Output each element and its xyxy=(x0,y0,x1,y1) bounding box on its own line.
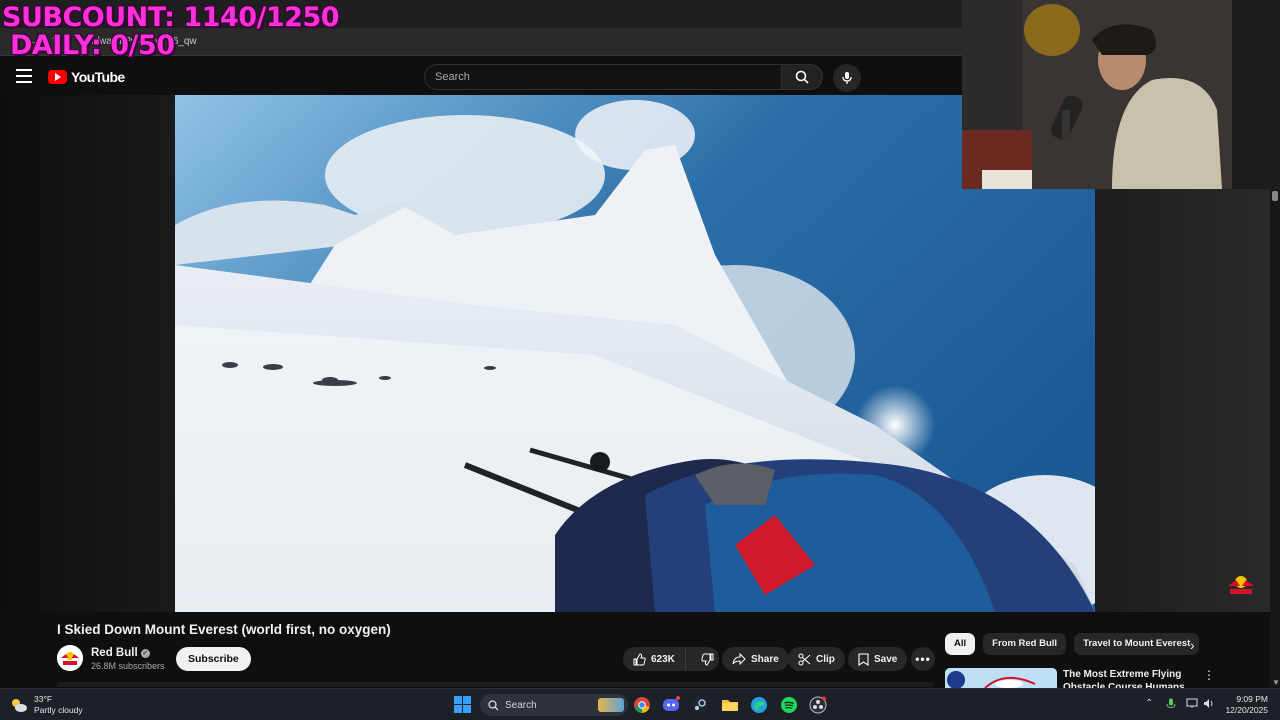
microphone-tray-icon[interactable] xyxy=(1166,698,1176,713)
subscriber-count: 26.8M subscribers xyxy=(91,661,165,671)
weather-desc: Partly cloudy xyxy=(34,705,83,715)
taskbar-search-label: Search xyxy=(505,699,537,711)
search-button[interactable] xyxy=(781,64,823,90)
channel-avatar[interactable] xyxy=(57,645,83,671)
dislike-button[interactable] xyxy=(691,647,714,671)
obs-icon[interactable] xyxy=(809,696,827,714)
youtube-header: YouTube Search xyxy=(0,57,962,95)
weather-temp: 33°F xyxy=(34,694,53,704)
youtube-play-icon xyxy=(48,70,67,84)
video-backdrop-left xyxy=(0,95,175,612)
channel-name[interactable]: Red Bull ✓ xyxy=(91,647,150,659)
taskbar-search[interactable]: Search xyxy=(480,694,628,716)
chrome-icon[interactable] xyxy=(633,696,651,714)
weather-widget[interactable]: 33°F Partly cloudy xyxy=(10,694,83,716)
scrollbar-thumb[interactable] xyxy=(1272,191,1278,201)
chevron-right-icon[interactable]: › xyxy=(1190,637,1195,653)
recommended-video-title[interactable]: The Most Extreme Flying Obstacle Course … xyxy=(1063,668,1193,688)
save-label: Save xyxy=(874,653,898,665)
file-explorer-icon[interactable] xyxy=(721,696,739,714)
clock-time: 9:09 PM xyxy=(1236,694,1268,704)
subscribe-button[interactable]: Subscribe xyxy=(176,647,251,671)
video-backdrop-right xyxy=(1095,189,1280,612)
search-icon xyxy=(488,699,499,710)
verified-icon: ✓ xyxy=(140,648,150,658)
system-clock[interactable]: 9:09 PM 12/20/2025 xyxy=(1222,694,1268,716)
windows-start-icon[interactable] xyxy=(454,696,471,713)
channel-name-text: Red Bull xyxy=(91,647,138,659)
recommended-video-thumbnail[interactable] xyxy=(945,668,1057,688)
scroll-down-icon[interactable]: ▼ xyxy=(1272,678,1280,687)
description-box[interactable] xyxy=(57,682,933,687)
volume-icon[interactable] xyxy=(1203,698,1215,712)
thumbs-up-icon xyxy=(633,652,646,665)
edge-icon[interactable] xyxy=(750,696,768,714)
discord-icon[interactable] xyxy=(662,696,680,714)
logo-text: YouTube xyxy=(71,69,125,85)
mic-icon xyxy=(842,72,852,84)
steam-icon[interactable] xyxy=(691,696,709,714)
chevron-up-icon[interactable]: ⌃ xyxy=(1145,698,1153,709)
like-dislike-group: 623K xyxy=(623,647,719,671)
filter-chip[interactable]: All xyxy=(945,633,976,655)
search-icon xyxy=(795,70,809,84)
scissors-icon xyxy=(798,653,811,665)
more-vertical-icon[interactable]: ⋮ xyxy=(1203,668,1215,682)
share-icon xyxy=(732,653,746,665)
like-button[interactable]: 623K xyxy=(623,647,686,671)
clip-label: Clip xyxy=(816,653,835,665)
save-button[interactable]: Save xyxy=(848,647,908,671)
page-scrollbar[interactable]: ▼ xyxy=(1270,189,1280,687)
like-count: 623K xyxy=(651,653,675,665)
filter-chip[interactable]: From Red Bull xyxy=(983,633,1067,655)
subcount-overlay: SUBCOUNT: 1140/1250 xyxy=(2,2,340,33)
youtube-logo[interactable]: YouTube xyxy=(48,69,125,85)
partly-cloudy-icon xyxy=(12,699,27,712)
video-player[interactable] xyxy=(175,95,1095,612)
more-actions-button[interactable]: ••• xyxy=(911,647,935,671)
share-label: Share xyxy=(751,653,779,665)
menu-icon[interactable] xyxy=(16,69,32,83)
webcam-overlay xyxy=(962,0,1280,189)
clip-button[interactable]: Clip xyxy=(788,647,845,671)
daily-overlay: DAILY: 0/50 xyxy=(10,30,175,61)
filter-chip[interactable]: Travel to Mount Everest xyxy=(1074,633,1200,655)
search-highlight-icon xyxy=(598,698,624,712)
share-button[interactable]: Share xyxy=(722,647,789,671)
screen: ← → ↻ m/watch?v=cjZvFY6_qw SUBCOUNT: 114… xyxy=(0,0,1280,720)
video-frame xyxy=(175,95,1095,612)
search-input[interactable]: Search xyxy=(424,64,782,90)
webcam-frame xyxy=(962,0,1280,189)
windows-taskbar: 33°F Partly cloudy Search ⌃ 9:09 PM 12/2… xyxy=(0,688,1280,720)
red-bull-watermark-icon xyxy=(1228,576,1254,594)
thumbnail-image xyxy=(945,668,1057,688)
red-bull-avatar-icon xyxy=(57,645,83,671)
bookmark-icon xyxy=(858,652,869,666)
more-horizontal-icon: ••• xyxy=(915,652,931,666)
thumbs-down-icon xyxy=(701,653,714,666)
network-icon[interactable] xyxy=(1186,698,1198,712)
clock-date: 12/20/2025 xyxy=(1225,705,1268,715)
spotify-icon[interactable] xyxy=(780,696,798,714)
related-filter-chips: All From Red Bull Travel to Mount Everest xyxy=(945,633,1200,655)
voice-search-button[interactable] xyxy=(833,64,861,92)
video-title: I Skied Down Mount Everest (world first,… xyxy=(57,622,391,637)
